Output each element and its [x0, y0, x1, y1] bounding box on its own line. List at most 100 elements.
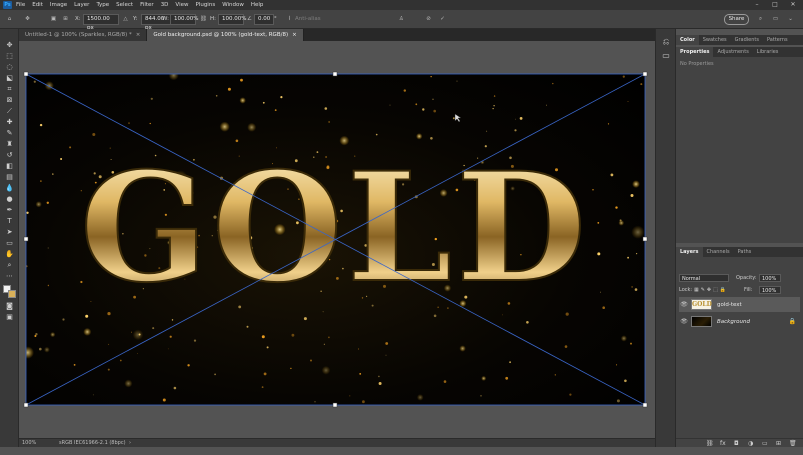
menu-3d[interactable]: 3D: [161, 2, 169, 8]
search-icon[interactable]: ⌕: [755, 14, 766, 25]
blend-mode-select[interactable]: Normal: [679, 274, 729, 282]
layer-thumbnail: [691, 316, 712, 327]
menu-window[interactable]: Window: [222, 2, 244, 8]
move-tool-icon[interactable]: ✥: [3, 41, 16, 50]
angle-field[interactable]: 0.00: [254, 14, 274, 25]
close-tab-icon[interactable]: ×: [292, 32, 297, 38]
relative-position-icon[interactable]: △: [120, 14, 131, 25]
tab-gradients[interactable]: Gradients: [731, 35, 763, 45]
brush-tool-icon[interactable]: ✎: [3, 129, 16, 138]
cancel-transform-icon[interactable]: ⊘: [423, 14, 434, 25]
reference-point-toggle-icon[interactable]: ▣: [48, 14, 59, 25]
eyedropper-tool-icon[interactable]: ⟋: [3, 107, 16, 116]
collapsed-panel-strip: ⎌ ▭: [655, 29, 676, 447]
gradient-tool-icon[interactable]: ▤: [3, 173, 16, 182]
move-tool-preset-icon[interactable]: ✥: [22, 14, 33, 25]
close-window-icon[interactable]: ✕: [784, 0, 802, 10]
tab-adjustments[interactable]: Adjustments: [713, 47, 752, 57]
layer-name[interactable]: gold-text: [717, 302, 742, 308]
menu-image[interactable]: Image: [50, 2, 67, 8]
width-field[interactable]: 100.00%: [170, 14, 198, 25]
maximize-icon[interactable]: □: [766, 0, 784, 10]
eraser-tool-icon[interactable]: ◧: [3, 162, 16, 171]
layer-row-background[interactable]: 👁 Background 🔒: [679, 314, 800, 329]
transform-handle: [23, 71, 29, 77]
blur-tool-icon[interactable]: 💧: [3, 184, 16, 193]
menu-type[interactable]: Type: [96, 2, 109, 8]
warp-mode-icon[interactable]: ⌇: [284, 14, 295, 25]
x-label: X:: [75, 16, 81, 22]
transform-handle: [332, 402, 338, 408]
comment-icon[interactable]: ▭: [661, 51, 671, 61]
visibility-eye-icon[interactable]: 👁: [679, 318, 689, 325]
degree-symbol: °: [274, 16, 277, 22]
tab-patterns[interactable]: Patterns: [763, 35, 792, 45]
menu-file[interactable]: File: [16, 2, 25, 8]
rectangle-tool-icon[interactable]: ▭: [3, 239, 16, 248]
layers-panel-tabs: Layers Channels Paths: [676, 247, 803, 257]
history-brush-tool-icon[interactable]: ↺: [3, 151, 16, 160]
tab-layers[interactable]: Layers: [676, 247, 703, 257]
frame-tool-icon[interactable]: ⊠: [3, 96, 16, 105]
transform-handle: [642, 71, 648, 77]
menu-filter[interactable]: Filter: [140, 2, 154, 8]
transform-handle: [23, 236, 29, 242]
tab-properties[interactable]: Properties: [676, 47, 714, 57]
anti-alias-checkbox[interactable]: Anti-alias: [295, 14, 321, 25]
quick-mask-icon[interactable]: ◙: [3, 302, 16, 311]
settings-chevron-icon[interactable]: ⌄: [785, 14, 796, 25]
type-tool-icon[interactable]: T: [3, 217, 16, 226]
menu-help[interactable]: Help: [251, 2, 264, 8]
opacity-field[interactable]: 100%: [759, 274, 781, 282]
history-icon[interactable]: ⎌: [661, 37, 671, 47]
lasso-tool-icon[interactable]: ◌: [3, 63, 16, 72]
menu-view[interactable]: View: [175, 2, 188, 8]
height-field[interactable]: 100.00%: [218, 14, 246, 25]
tab-paths[interactable]: Paths: [734, 247, 756, 257]
commit-transform-icon[interactable]: ✓: [437, 14, 448, 25]
marquee-tool-icon[interactable]: ⬚: [3, 52, 16, 61]
mouse-cursor-icon: [454, 113, 462, 123]
pen-tool-icon[interactable]: ✒: [3, 206, 16, 215]
crop-tool-icon[interactable]: ⌗: [3, 85, 16, 94]
clone-stamp-tool-icon[interactable]: ♜: [3, 140, 16, 149]
menu-plugins[interactable]: Plugins: [195, 2, 215, 8]
window-bottom-edge: [0, 447, 803, 455]
path-selection-tool-icon[interactable]: ➤: [3, 228, 16, 237]
layer-name[interactable]: Background: [717, 319, 750, 325]
home-icon[interactable]: ⌂: [4, 14, 15, 25]
object-selection-tool-icon[interactable]: ⬕: [3, 74, 16, 83]
more-tools-icon[interactable]: ⋯: [3, 272, 16, 281]
layer-row-gold-text[interactable]: 👁 GOLD gold-text: [679, 297, 800, 312]
background-color-swatch[interactable]: [8, 290, 16, 298]
visibility-eye-icon[interactable]: 👁: [679, 301, 689, 308]
transform-handle: [642, 236, 648, 242]
puppet-warp-icon[interactable]: ♙: [396, 14, 407, 25]
minimize-icon[interactable]: –: [748, 0, 766, 10]
tab-channels[interactable]: Channels: [703, 247, 734, 257]
transform-bounding-box[interactable]: [19, 41, 655, 438]
fill-field[interactable]: 100%: [759, 286, 781, 294]
screen-mode-icon[interactable]: ▣: [3, 313, 16, 322]
tab-untitled-1[interactable]: Untitled-1 @ 100% (Sparkles, RGB/8) * ×: [19, 29, 148, 41]
lock-options-icons[interactable]: ▦✎✥⬚🔒: [694, 286, 728, 294]
tab-libraries[interactable]: Libraries: [753, 47, 783, 57]
reference-point-grid-icon[interactable]: ⊞: [60, 14, 71, 25]
x-position-field[interactable]: 1500.00 px: [83, 14, 119, 31]
tab-gold-background[interactable]: Gold background.psd @ 100% (gold-text, R…: [147, 29, 304, 41]
transform-handle: [23, 402, 29, 408]
dodge-tool-icon[interactable]: ●: [3, 195, 16, 204]
menu-edit[interactable]: Edit: [32, 2, 43, 8]
tab-color[interactable]: Color: [676, 35, 699, 45]
workspace-icon[interactable]: ▭: [770, 14, 781, 25]
healing-brush-tool-icon[interactable]: ✚: [3, 118, 16, 127]
zoom-tool-icon[interactable]: ⌕: [3, 261, 16, 270]
share-button[interactable]: Share: [724, 14, 749, 25]
hand-tool-icon[interactable]: ✋: [3, 250, 16, 259]
menu-select[interactable]: Select: [116, 2, 133, 8]
link-icon[interactable]: ⛓: [198, 14, 209, 25]
tab-swatches[interactable]: Swatches: [699, 35, 731, 45]
options-bar: ⌂ ✥ ▣ ⊞ X: 1500.00 px △ Y: 844.00 px W: …: [0, 10, 803, 31]
close-tab-icon[interactable]: ×: [136, 32, 141, 38]
menu-layer[interactable]: Layer: [74, 2, 89, 8]
